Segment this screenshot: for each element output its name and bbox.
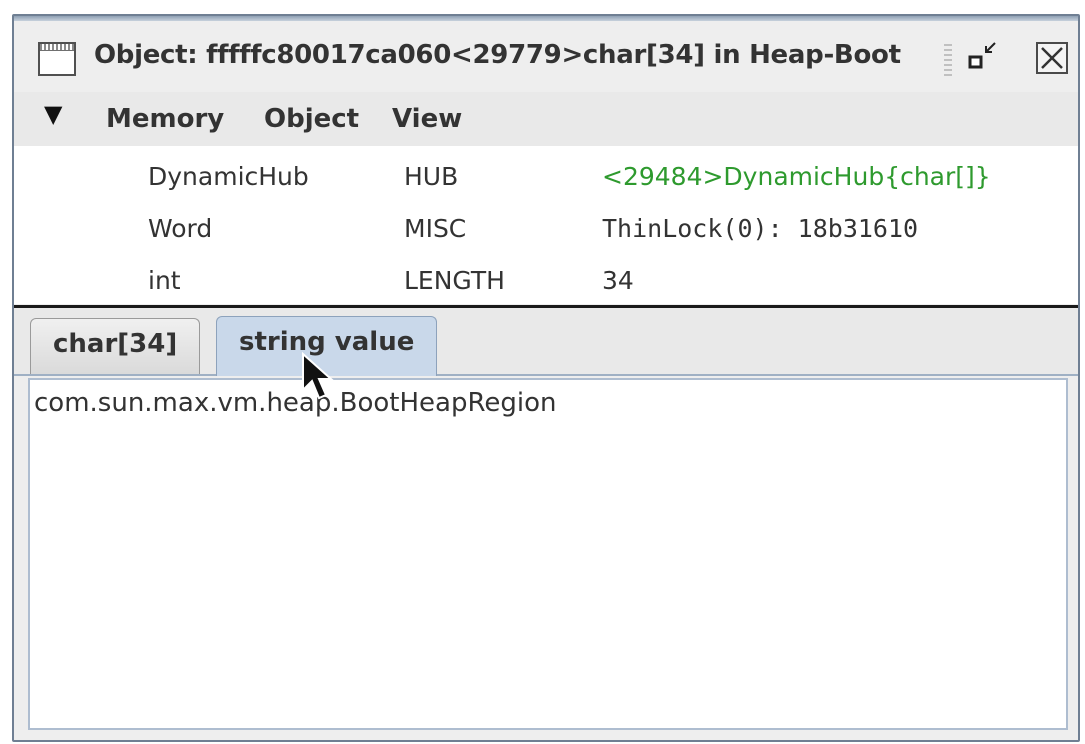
field-value-misc: ThinLock(0): 18b31610: [602, 214, 919, 243]
field-name-misc: MISC: [404, 214, 467, 243]
field-value-hub-link[interactable]: <29484>DynamicHub{char[]}: [602, 162, 991, 191]
menu-view[interactable]: View: [392, 104, 462, 134]
mouse-cursor-icon: [302, 352, 334, 400]
field-type-hub: DynamicHub: [148, 162, 309, 191]
object-fields-table: DynamicHub HUB <29484>DynamicHub{char[]}…: [14, 146, 1078, 304]
string-value-panel[interactable]: com.sun.max.vm.heap.BootHeapRegion: [28, 378, 1068, 730]
minimize-icon[interactable]: [966, 40, 1000, 76]
string-value-text: com.sun.max.vm.heap.BootHeapRegion: [34, 388, 557, 418]
field-type-misc: Word: [148, 214, 213, 243]
window-top-border: [14, 16, 1078, 21]
window-title: Object: fffffc80017ca060<29779>char[34] …: [94, 40, 901, 70]
inspector-window: Object: fffffc80017ca060<29779>char[34] …: [12, 14, 1080, 742]
document-icon: [38, 42, 76, 76]
menu-bar: ▼ Memory Object View: [14, 92, 1078, 146]
menu-object[interactable]: Object: [264, 104, 359, 134]
tab-char-array[interactable]: char[34]: [30, 318, 201, 374]
tab-strip: char[34] string value: [14, 308, 1078, 376]
field-name-length: LENGTH: [404, 266, 505, 295]
triangle-down-icon[interactable]: ▼: [44, 100, 62, 128]
menu-memory[interactable]: Memory: [106, 104, 224, 134]
field-name-hub: HUB: [404, 162, 459, 191]
close-icon[interactable]: [1036, 42, 1068, 74]
field-value-length: 34: [602, 266, 634, 295]
field-type-length: int: [148, 266, 181, 295]
title-grip-handle[interactable]: [944, 44, 952, 78]
